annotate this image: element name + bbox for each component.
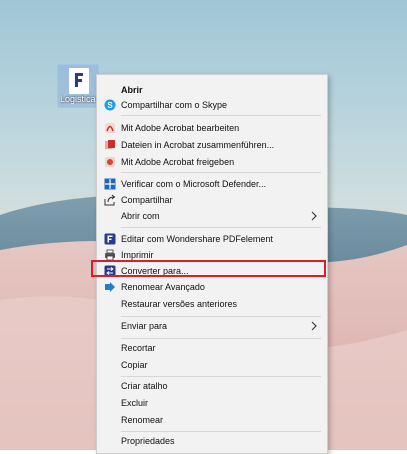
chevron-right-icon bbox=[311, 321, 317, 331]
menu-item-label: Restaurar versões anteriores bbox=[121, 299, 238, 309]
menu-item-label: Criar atalho bbox=[121, 381, 168, 391]
menu-item-label: Renomear Avançado bbox=[121, 282, 205, 292]
skype-icon: S bbox=[104, 99, 116, 111]
chevron-right-icon bbox=[311, 211, 317, 221]
menu-item-label: Mit Adobe Acrobat freigeben bbox=[121, 157, 235, 167]
menu-item-share-skype[interactable]: S Compartilhar com o Skype bbox=[97, 96, 327, 114]
menu-item-renomear[interactable]: Renomear bbox=[97, 411, 327, 429]
menu-item-label: Dateien in Acrobat zusammenführen... bbox=[121, 140, 275, 150]
desktop-file-icon[interactable]: Logistica bbox=[57, 64, 99, 108]
svg-text:S: S bbox=[107, 101, 113, 110]
menu-item-acrobat-edit[interactable]: Mit Adobe Acrobat bearbeiten bbox=[97, 119, 327, 137]
menu-item-label: Mit Adobe Acrobat bearbeiten bbox=[121, 123, 240, 133]
menu-item-label: Propriedades bbox=[121, 436, 175, 446]
menu-item-acrobat-combine[interactable]: Dateien in Acrobat zusammenführen... bbox=[97, 136, 327, 154]
defender-icon bbox=[104, 178, 116, 190]
menu-item-label: Abrir com bbox=[121, 211, 160, 221]
share-icon bbox=[104, 194, 116, 206]
menu-item-copiar[interactable]: Copiar bbox=[97, 356, 327, 374]
menu-item-enviar-para[interactable]: Enviar para bbox=[97, 317, 327, 335]
desktop-file-label: Logistica bbox=[60, 94, 96, 104]
acrobat-combine-icon bbox=[105, 140, 115, 149]
menu-item-restaurar[interactable]: Restaurar versões anteriores bbox=[97, 295, 327, 313]
menu-item-label: Copiar bbox=[121, 360, 148, 370]
acrobat-share-icon bbox=[105, 157, 115, 167]
menu-item-label: Renomear bbox=[121, 415, 164, 425]
menu-item-abrir-com[interactable]: Abrir com bbox=[97, 207, 327, 225]
menu-item-acrobat-share[interactable]: Mit Adobe Acrobat freigeben bbox=[97, 153, 327, 171]
menu-separator bbox=[121, 115, 321, 116]
highlight-box bbox=[91, 260, 326, 277]
menu-item-excluir[interactable]: Excluir bbox=[97, 394, 327, 412]
menu-item-propriedades[interactable]: Propriedades bbox=[97, 432, 327, 450]
pdfelement-file-icon bbox=[69, 68, 89, 94]
menu-item-label: Recortar bbox=[121, 343, 156, 353]
menu-separator bbox=[121, 172, 321, 173]
acrobat-edit-icon bbox=[105, 123, 115, 133]
menu-item-label: Excluir bbox=[121, 398, 149, 408]
menu-item-label: Enviar para bbox=[121, 321, 168, 331]
menu-item-criar-atalho[interactable]: Criar atalho bbox=[97, 377, 327, 395]
menu-item-label: Compartilhar com o Skype bbox=[121, 100, 228, 110]
menu-separator bbox=[121, 227, 321, 228]
menu-item-renomear-avancado[interactable]: Renomear Avançado bbox=[97, 278, 327, 296]
pdfelement-icon bbox=[104, 233, 116, 245]
rename-icon bbox=[105, 282, 115, 292]
menu-item-recortar[interactable]: Recortar bbox=[97, 339, 327, 357]
